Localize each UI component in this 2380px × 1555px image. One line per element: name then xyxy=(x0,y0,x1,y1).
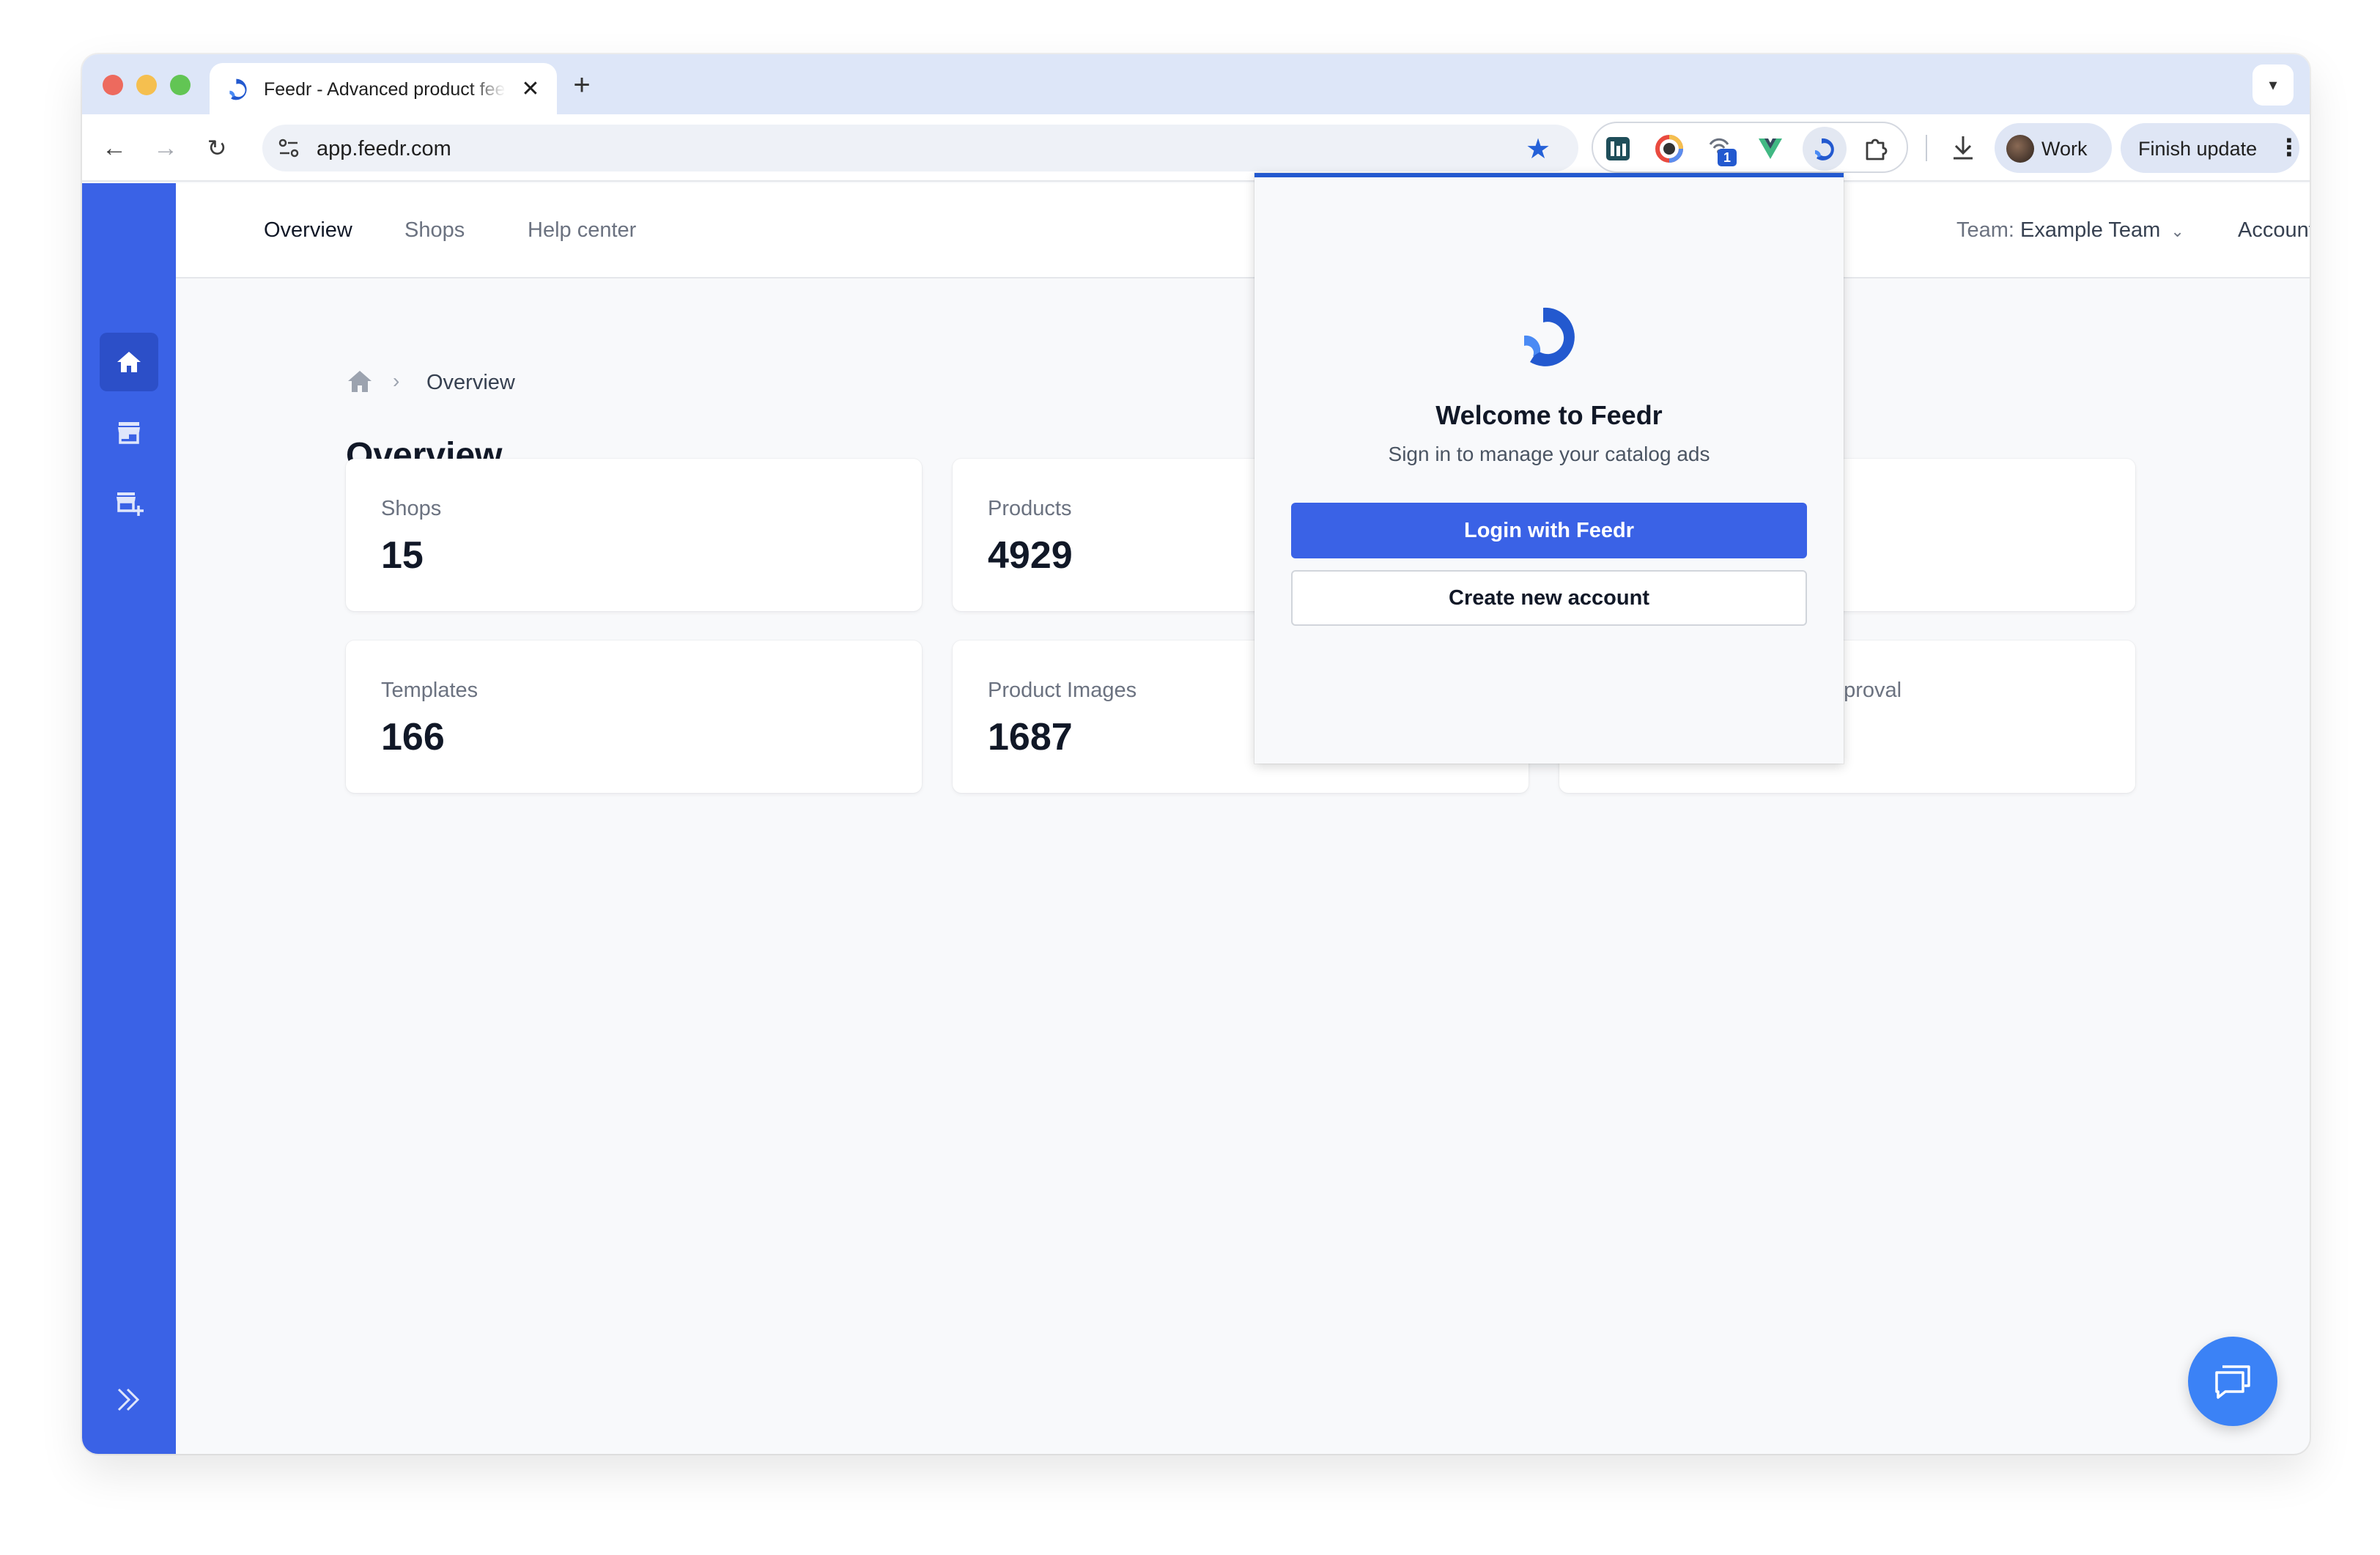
expand-icon[interactable] xyxy=(111,1382,147,1417)
url-text: app.feedr.com xyxy=(317,137,451,160)
stat-value: 1687 xyxy=(988,716,1073,758)
sidebar xyxy=(82,183,176,1454)
maximize-window-button[interactable] xyxy=(170,75,191,95)
finish-update-label: Finish update xyxy=(2138,138,2258,160)
chevron-down-icon: ⌄ xyxy=(2170,222,2184,240)
account-menu[interactable]: Account⌄ xyxy=(2238,218,2310,243)
nav-shops[interactable]: Shops xyxy=(404,218,465,243)
kebab-menu-icon[interactable]: ⋮ xyxy=(2277,133,2301,161)
extension-color-picker-icon[interactable] xyxy=(1655,134,1684,163)
breadcrumb-current: Overview xyxy=(426,371,515,394)
close-window-button[interactable] xyxy=(103,75,123,95)
sidebar-item-add-shop[interactable] xyxy=(100,473,158,532)
extension-chart-icon[interactable] xyxy=(1603,134,1633,163)
tab-close-icon[interactable]: ✕ xyxy=(517,76,544,103)
team-selector[interactable]: Team: Example Team ⌄ xyxy=(1956,218,2184,243)
extensions-puzzle-icon[interactable] xyxy=(1861,134,1891,163)
site-settings-icon[interactable] xyxy=(276,135,302,161)
profile-label: Work xyxy=(2041,138,2088,160)
nav-help-center[interactable]: Help center xyxy=(528,218,636,243)
extension-feedr-icon[interactable] xyxy=(1810,134,1839,163)
breadcrumb-home-icon[interactable] xyxy=(346,368,374,396)
tab-strip: Feedr - Advanced product feeds ✕ + ▾ xyxy=(82,54,2310,114)
store-icon xyxy=(118,422,140,444)
extension-vue-icon[interactable] xyxy=(1756,134,1785,163)
forward-arrow-icon[interactable]: → xyxy=(149,132,182,164)
feedr-logo-icon xyxy=(1524,307,1575,366)
sidebar-item-home[interactable] xyxy=(100,333,158,391)
extensions-bar: 1 xyxy=(1592,122,1908,173)
top-navigation: Overview Shops Help center Team: Example… xyxy=(176,183,2310,278)
login-button[interactable]: Login with Feedr xyxy=(1291,503,1807,558)
browser-toolbar: ← → ↻ app.feedr.com ★ 1 Work Finish upda… xyxy=(82,114,2310,182)
stat-value: 166 xyxy=(381,716,445,758)
chat-icon xyxy=(2215,1365,2250,1399)
stat-label: Shops xyxy=(381,497,442,520)
extension-badge: 1 xyxy=(1718,149,1737,166)
home-icon xyxy=(117,352,141,372)
chat-button[interactable] xyxy=(2188,1337,2277,1426)
popup-subtitle: Sign in to manage your catalog ads xyxy=(1388,443,1710,465)
reload-icon[interactable]: ↻ xyxy=(201,132,233,164)
avatar xyxy=(2006,135,2034,163)
browser-tab[interactable]: Feedr - Advanced product feeds ✕ xyxy=(210,63,557,114)
breadcrumb-chevron-icon: › xyxy=(393,369,400,392)
stat-card: Templates 166 xyxy=(346,640,922,793)
extension-signal-icon[interactable]: 1 xyxy=(1704,134,1737,166)
stat-label: Product Images xyxy=(988,679,1137,702)
toolbar-separator xyxy=(1926,135,1927,161)
sidebar-item-shops[interactable] xyxy=(100,403,158,462)
address-bar[interactable]: app.feedr.com ★ xyxy=(262,125,1578,171)
download-icon[interactable] xyxy=(1945,128,1981,169)
account-label: Account xyxy=(2238,218,2310,242)
browser-window: Feedr - Advanced product feeds ✕ + ▾ ← →… xyxy=(82,54,2310,1454)
create-account-button[interactable]: Create new account xyxy=(1291,570,1807,626)
feedr-favicon-icon xyxy=(229,78,247,100)
stat-card: Shops 15 xyxy=(346,459,922,611)
tab-title: Feedr - Advanced product feeds xyxy=(264,79,506,100)
popup-title: Welcome to Feedr xyxy=(1435,400,1663,430)
tab-search-chevron-icon[interactable]: ▾ xyxy=(2252,64,2294,106)
stat-label: Templates xyxy=(381,679,478,702)
stat-label: Products xyxy=(988,497,1072,520)
minimize-window-button[interactable] xyxy=(136,75,157,95)
stat-value: 15 xyxy=(381,534,424,577)
team-prefix: Team: xyxy=(1956,218,2014,242)
stat-value: 4929 xyxy=(988,534,1073,577)
profile-button[interactable]: Work xyxy=(1995,123,2112,173)
team-name: Example Team xyxy=(2020,218,2161,242)
extension-popup: Welcome to Feedr Sign in to manage your … xyxy=(1254,173,1844,764)
nav-overview[interactable]: Overview xyxy=(264,218,352,243)
back-arrow-icon[interactable]: ← xyxy=(98,132,130,164)
finish-update-button[interactable]: Finish update ⋮ xyxy=(2121,123,2301,173)
new-tab-button[interactable]: + xyxy=(566,69,598,101)
store-add-icon xyxy=(117,492,144,516)
bookmark-star-icon[interactable]: ★ xyxy=(1526,133,1551,166)
